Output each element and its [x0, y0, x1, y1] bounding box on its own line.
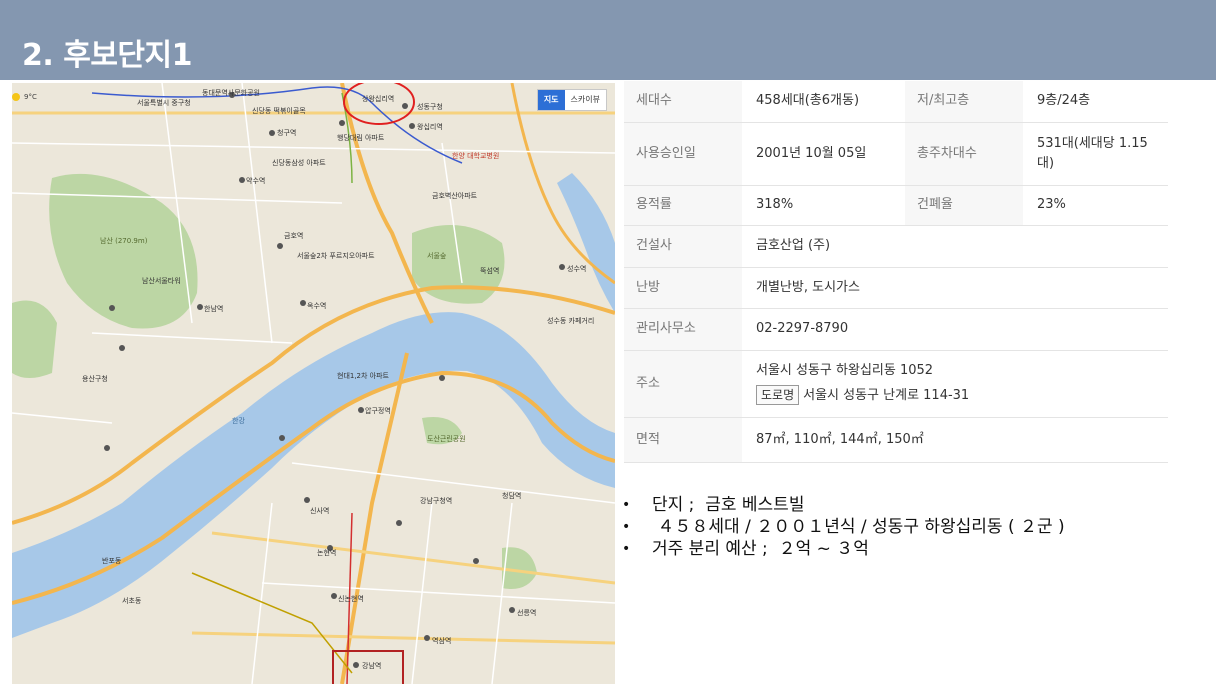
label-seongdong: 성동구청 [417, 102, 443, 111]
slide-title: 2. 후보단지1 [22, 38, 193, 73]
label-floors: 저/최고층 [905, 81, 1023, 123]
label-yaksu: 약수역 [246, 176, 265, 185]
value-far: 318% [742, 185, 905, 226]
label-haengdang: 행당대림 아파트 [337, 133, 385, 142]
slide: 2. 후보단지1 동대문역사문화공원 서울특별시 중구청 신당동 떡볶이골목 상… [0, 0, 1216, 684]
label-seongsu-dong: 성수동 카페거리 [547, 316, 594, 325]
label-address: 주소 [624, 350, 742, 418]
label-seoul-station: 서울특별시 중구청 [137, 98, 191, 107]
label-banpo: 반포동 [102, 556, 122, 565]
map-type-toggle[interactable]: 지도 스카이뷰 [536, 89, 607, 111]
sun-icon [12, 93, 20, 101]
table-row: 건설사 금호산업 (주) [624, 225, 1168, 268]
label-sindang-apt: 신당동삼성 아파트 [272, 158, 326, 167]
label-apgujeong: 압구정역 [365, 406, 391, 415]
value-households: 458세대(총6개동) [742, 81, 905, 123]
label-gangnam-gu: 강남구청역 [420, 496, 452, 505]
value-area: 87㎡, 110㎡, 144㎡, 150㎡ [742, 417, 1168, 463]
table-row: 세대수 458세대(총6개동) 저/최고층 9층/24층 [624, 81, 1168, 123]
seoul-forest-park [412, 225, 505, 304]
address-road: 서울시 성동구 난계로 114-31 [803, 388, 970, 403]
label-sangwangsimni: 상왕십리역 [362, 94, 394, 103]
label-dongdaemun: 동대문역사문화공원 [202, 88, 260, 97]
label-approval-date: 사용승인일 [624, 122, 742, 186]
label-heating: 난방 [624, 267, 742, 309]
address-lot: 서울시 성동구 하왕십리동 1052 [756, 363, 934, 378]
table-row: 용적률 318% 건폐율 23% [624, 185, 1168, 226]
bullet-text: 단지 ; 금호 베스트빌 [652, 495, 805, 515]
complex-info-table: 세대수 458세대(총6개동) 저/최고층 9층/24층 사용승인일 2001년… [624, 81, 1168, 463]
label-hannam: 한남역 [204, 304, 223, 313]
value-parking-line2: 대) [1037, 155, 1055, 171]
label-sindang: 신당동 떡볶이골목 [252, 106, 306, 115]
label-dosan: 도산근린공원 [427, 434, 466, 443]
label-sinsa: 신사역 [310, 506, 329, 515]
road-name-badge: 도로명 [756, 385, 800, 405]
label-wangsimni: 왕십리역 [417, 122, 443, 131]
list-item: • 단지 ; 금호 베스트빌 [622, 494, 1065, 516]
label-nonhyeon: 논현역 [317, 548, 336, 557]
address-road-line: 도로명 서울시 성동구 난계로 114-31 [756, 385, 1162, 406]
value-office-phone: 02-2297-8790 [742, 308, 1168, 351]
label-yeoksam: 역삼역 [432, 636, 451, 645]
label-goldfield: 금호벽산아파트 [432, 191, 478, 200]
table-row: 면적 87㎡, 110㎡, 144㎡, 150㎡ [624, 417, 1168, 463]
label-parking: 총주차대수 [905, 122, 1023, 186]
table-row: 사용승인일 2001년 10월 05일 총주차대수 531대(세대당 1.15 … [624, 122, 1168, 186]
map-view-button[interactable]: 지도 [537, 90, 565, 110]
label-seolleung: 선릉역 [517, 608, 536, 617]
label-cheongdam: 청담역 [502, 491, 521, 500]
bullet-text: ４５８세대 / ２００１년식 / 성동구 하왕십리동 ( ２군 ) [652, 517, 1065, 537]
label-ttukseom: 뚝섬역 [480, 266, 499, 275]
value-parking: 531대(세대당 1.15 대) [1023, 122, 1168, 186]
label-area: 면적 [624, 417, 742, 463]
label-namsan-tower: 남산서울타워 [142, 276, 181, 285]
table-row: 주소 서울시 성동구 하왕십리동 1052 도로명 서울시 성동구 난계로 114… [624, 350, 1168, 418]
bullet-dot-icon: • [622, 541, 631, 557]
bullet-text: 거주 분리 예산 ; ２억 ~ ３억 [652, 539, 869, 559]
label-seoul-forest: 서울숲 [427, 251, 447, 260]
value-floors: 9층/24층 [1023, 81, 1168, 123]
value-address: 서울시 성동구 하왕십리동 1052 도로명 서울시 성동구 난계로 114-31 [742, 350, 1168, 418]
label-geumho-apt: 서울숲2차 푸르지오아파트 [297, 251, 375, 260]
map-view[interactable]: 동대문역사문화공원 서울특별시 중구청 신당동 떡볶이골목 상왕십리역 성동구청… [12, 83, 615, 684]
label-sinnonhyeon: 신논현역 [338, 594, 364, 603]
list-item: • 거주 분리 예산 ; ２억 ~ ３억 [622, 538, 1065, 560]
label-namsan: 남산 (270.9m) [100, 236, 148, 245]
label-oksu: 옥수역 [307, 301, 326, 310]
label-yongsan: 용산구청 [82, 374, 108, 383]
value-heating: 개별난방, 도시가스 [742, 267, 1168, 309]
table-row: 난방 개별난방, 도시가스 [624, 267, 1168, 309]
label-gangnam: 강남역 [362, 661, 381, 670]
weather-temp: 9°C [24, 93, 37, 101]
label-office: 관리사무소 [624, 308, 742, 351]
summary-bullets: • 단지 ; 금호 베스트빌 • ４５８세대 / ２００１년식 / 성동구 하왕십… [622, 494, 1065, 560]
value-parking-line1: 531대(세대당 1.15 [1037, 135, 1148, 151]
label-cheonggu: 청구역 [277, 128, 296, 137]
skyview-button[interactable]: 스카이뷰 [565, 90, 606, 110]
label-hanyang: 한양 대학교병원 [452, 151, 499, 160]
label-seongsu: 성수역 [567, 264, 586, 273]
weather-indicator: 9°C [12, 93, 37, 101]
map-canvas[interactable]: 동대문역사문화공원 서울특별시 중구청 신당동 떡볶이골목 상왕십리역 성동구청… [12, 83, 615, 684]
table-row: 관리사무소 02-2297-8790 [624, 308, 1168, 351]
label-seocho: 서초동 [122, 596, 142, 605]
bullet-dot-icon: • [622, 497, 631, 513]
list-item: • ４５８세대 / ２００１년식 / 성동구 하왕십리동 ( ２군 ) [622, 516, 1065, 538]
value-approval-date: 2001년 10월 05일 [742, 122, 905, 186]
label-households: 세대수 [624, 81, 742, 123]
label-builder: 건설사 [624, 225, 742, 268]
bullet-dot-icon: • [622, 519, 631, 535]
label-hyundai: 현대1,2차 아파트 [337, 371, 390, 380]
label-far: 용적률 [624, 185, 742, 226]
label-river: 한강 [232, 416, 245, 425]
value-bcr: 23% [1023, 185, 1168, 226]
value-builder: 금호산업 (주) [742, 225, 1168, 268]
header-bar: 2. 후보단지1 [0, 0, 1216, 80]
label-bcr: 건폐율 [905, 185, 1023, 226]
label-geumho: 금호역 [284, 231, 303, 240]
